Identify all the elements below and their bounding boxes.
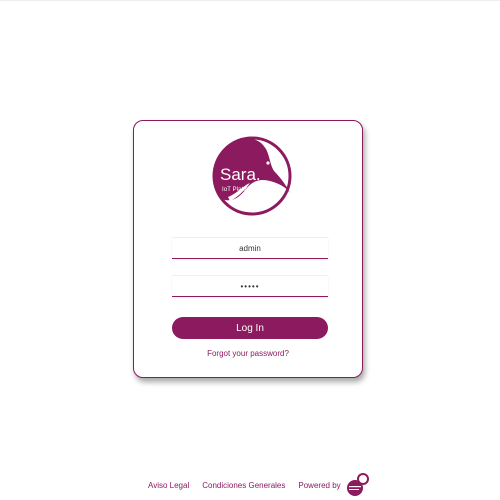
forgot-password-link[interactable]: Forgot your password?	[134, 349, 362, 358]
login-button[interactable]: Log In	[172, 317, 328, 339]
sara-logo: Sara. IoT Platform	[212, 136, 292, 216]
footer-conditions-link[interactable]: Condiciones Generales	[202, 481, 285, 490]
login-card: Sara. IoT Platform Log In Forgot your pa…	[133, 120, 363, 378]
footer-legal-link[interactable]: Aviso Legal	[148, 481, 189, 490]
logo-wordmark: Sara.	[220, 165, 261, 184]
powered-by-label: Powered by	[298, 480, 341, 490]
logo-tagline: IoT Platform	[222, 186, 256, 193]
footer: Aviso Legal Condiciones Generales Powere…	[148, 472, 371, 498]
minsait-logo-icon[interactable]	[345, 472, 371, 498]
top-divider	[0, 0, 500, 1]
username-input[interactable]	[172, 237, 328, 259]
password-input[interactable]	[172, 275, 328, 297]
